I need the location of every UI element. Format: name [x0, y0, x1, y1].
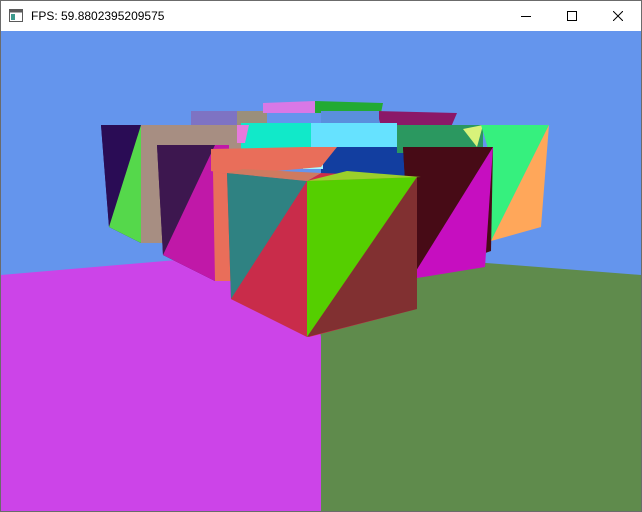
cube-back-center-left	[237, 123, 313, 151]
minimize-icon	[521, 16, 531, 17]
title-bar[interactable]: FPS: 59.8802395209575	[1, 1, 641, 31]
minimize-button[interactable]	[503, 1, 549, 31]
app-window: FPS: 59.8802395209575	[0, 0, 642, 512]
close-icon	[613, 11, 623, 21]
app-icon	[9, 9, 23, 22]
render-viewport[interactable]	[1, 31, 641, 511]
maximize-button[interactable]	[549, 1, 595, 31]
maximize-icon	[567, 11, 577, 21]
window-title: FPS: 59.8802395209575	[31, 9, 165, 23]
scene-canvas	[1, 31, 641, 511]
close-button[interactable]	[595, 1, 641, 31]
